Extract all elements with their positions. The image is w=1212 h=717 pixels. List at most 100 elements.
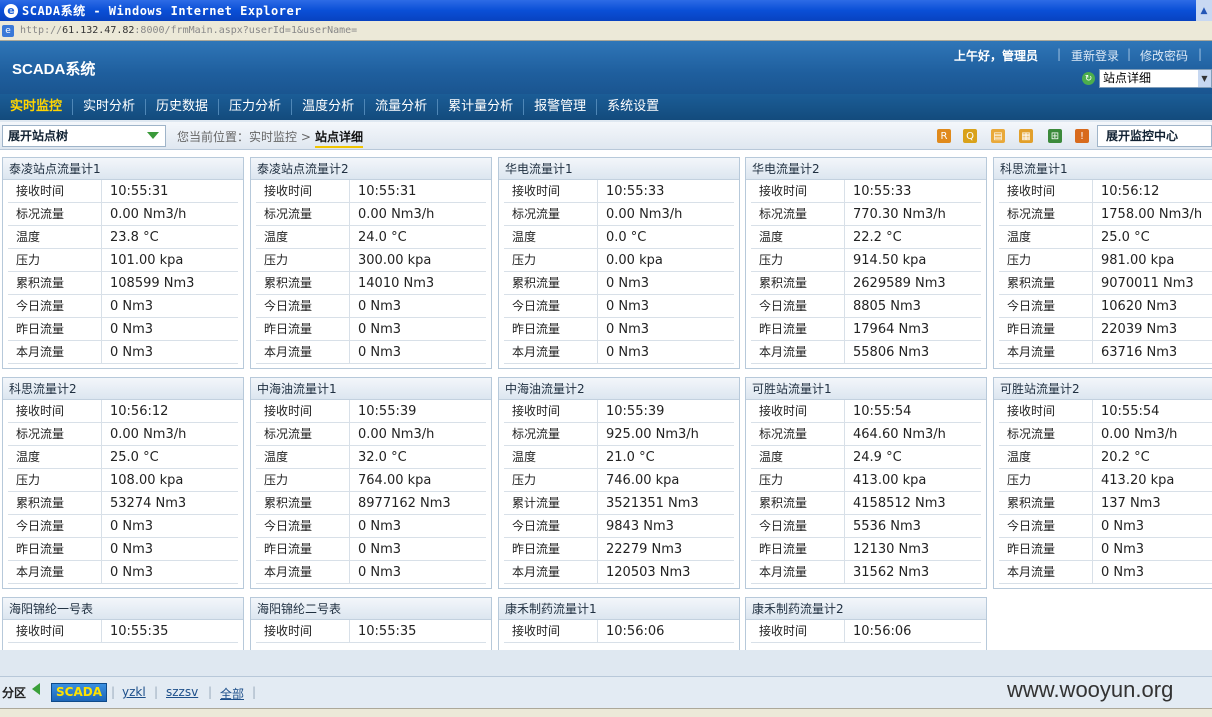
status-bar — [0, 708, 1212, 717]
metric-value: 24.9 °C — [853, 450, 902, 465]
station-panel-title[interactable]: 中海油流量计1 — [251, 378, 491, 400]
metric-value: 10:55:35 — [358, 624, 417, 639]
metric-value: 10:55:39 — [606, 404, 665, 419]
station-data-row: 温度 21.0 °C — [504, 446, 734, 469]
metric-label: 本月流量 — [504, 341, 598, 363]
station-data-row: 接收时间 10:55:35 — [8, 620, 238, 643]
nav-item[interactable]: 实时分析 — [73, 94, 145, 120]
nav-item[interactable]: 历史数据 — [146, 94, 218, 120]
station-data-row: 标况流量 464.60 Nm3/h — [751, 423, 981, 446]
metric-value: 0 Nm3 — [358, 299, 402, 314]
station-data-row: 温度 25.0 °C — [999, 226, 1212, 249]
sub-toolbar: 展开站点树 您当前位置：实时监控 > 站点详细 R Q ▤ ▦ ⊞ ! 展开监控… — [0, 122, 1212, 150]
partition-tab-yzkl[interactable]: yzkl — [122, 685, 146, 699]
nav-item[interactable]: 报警管理 — [524, 94, 596, 120]
metric-value: 10:56:12 — [1101, 184, 1160, 199]
station-panel-title[interactable]: 泰凌站点流量计2 — [251, 158, 491, 180]
metric-value: 14010 Nm3 — [358, 276, 435, 291]
metric-value: 1758.00 Nm3/h — [1101, 207, 1203, 222]
nav-item[interactable]: 压力分析 — [219, 94, 291, 120]
station-panel-title[interactable]: 可胜站流量计2 — [994, 378, 1212, 400]
station-data-row: 累积流量 2629589 Nm3 — [751, 272, 981, 295]
metric-value: 55806 Nm3 — [853, 345, 930, 360]
station-data-row: 本月流量 63716 Nm3 — [999, 341, 1212, 364]
metric-label: 压力 — [8, 469, 102, 491]
nav-item[interactable]: 实时监控 — [0, 94, 72, 120]
metric-value: 0 Nm3 — [110, 565, 154, 580]
metric-value: 0.00 Nm3/h — [1101, 427, 1178, 442]
export-icon[interactable]: ▦ — [1019, 129, 1033, 143]
query-icon[interactable]: Q — [963, 129, 977, 143]
partition-tab-szzsv[interactable]: szzsv — [166, 685, 198, 699]
expand-site-tree-button[interactable]: 展开站点树 — [2, 125, 166, 147]
address-bar[interactable]: e http://61.132.47.82:8000/frmMain.aspx?… — [0, 21, 1212, 41]
metric-label: 今日流量 — [8, 295, 102, 317]
metric-value: 0 Nm3 — [358, 519, 402, 534]
metric-label: 今日流量 — [999, 515, 1093, 537]
metric-label: 标况流量 — [504, 203, 598, 225]
station-panel-title[interactable]: 科思流量计2 — [3, 378, 243, 400]
metric-value: 925.00 Nm3/h — [606, 427, 699, 442]
metric-value: 22.2 °C — [853, 230, 902, 245]
metric-value: 120503 Nm3 — [606, 565, 691, 580]
metric-value: 0 Nm3 — [606, 299, 650, 314]
document-icon[interactable]: ▤ — [991, 129, 1005, 143]
metric-label: 昨日流量 — [504, 318, 598, 340]
metric-label: 接收时间 — [8, 620, 102, 642]
station-data-row: 温度 25.0 °C — [8, 446, 238, 469]
collapse-arrow-icon[interactable] — [32, 683, 40, 695]
station-data-row: 累积流量 108599 Nm3 — [8, 272, 238, 295]
scroll-up-icon[interactable]: ▲ — [1196, 0, 1212, 21]
station-panel-title[interactable]: 华电流量计2 — [746, 158, 986, 180]
metric-label: 标况流量 — [751, 423, 845, 445]
metric-value: 764.00 kpa — [358, 473, 432, 488]
refresh-icon[interactable]: ↻ — [1082, 72, 1095, 85]
station-data-row: 温度 20.2 °C — [999, 446, 1212, 469]
url-rest: :8000/frmMain.aspx?userId=1&userName= — [134, 25, 358, 36]
chevron-down-icon[interactable]: ▼ — [1198, 70, 1211, 87]
metric-label: 压力 — [999, 469, 1093, 491]
station-panel-title[interactable]: 泰凌站点流量计1 — [3, 158, 243, 180]
address-url[interactable]: http://61.132.47.82:8000/frmMain.aspx?us… — [20, 25, 357, 36]
partition-tab-scada[interactable]: SCADA — [51, 683, 107, 702]
nav-item[interactable]: 流量分析 — [365, 94, 437, 120]
metric-value: 981.00 kpa — [1101, 253, 1175, 268]
metric-value: 0 Nm3 — [110, 299, 154, 314]
metric-value: 12130 Nm3 — [853, 542, 930, 557]
change-password-link[interactable]: 修改密码 — [1140, 47, 1188, 64]
metric-label: 今日流量 — [751, 515, 845, 537]
expand-monitor-center-button[interactable]: 展开监控中心 — [1097, 125, 1212, 147]
station-panel: 海阳锦纶二号表 接收时间 10:55:35 — [250, 597, 492, 650]
nav-item[interactable]: 累计量分析 — [438, 94, 523, 120]
station-panel-title[interactable]: 海阳锦纶二号表 — [251, 598, 491, 620]
station-panel-title[interactable]: 中海油流量计2 — [499, 378, 739, 400]
station-panel-title[interactable]: 华电流量计1 — [499, 158, 739, 180]
metric-value: 0.00 Nm3/h — [358, 207, 435, 222]
nav-item[interactable]: 系统设置 — [597, 94, 669, 120]
station-data-row: 今日流量 0 Nm3 — [256, 515, 486, 538]
metric-value: 770.30 Nm3/h — [853, 207, 946, 222]
station-data-row: 本月流量 31562 Nm3 — [751, 561, 981, 584]
structure-icon[interactable]: ⊞ — [1048, 129, 1062, 143]
relogin-link[interactable]: 重新登录 — [1071, 47, 1119, 64]
report-icon[interactable]: R — [937, 129, 951, 143]
metric-value: 0 Nm3 — [606, 345, 650, 360]
station-panel-title[interactable]: 康禾制药流量计1 — [499, 598, 739, 620]
station-data-row: 昨日流量 22279 Nm3 — [504, 538, 734, 561]
station-panel-title[interactable]: 可胜站流量计1 — [746, 378, 986, 400]
watermark: www.wooyun.org — [1007, 677, 1174, 702]
station-data-row: 压力 108.00 kpa — [8, 469, 238, 492]
metric-label: 昨日流量 — [751, 538, 845, 560]
header-separator: | — [1198, 47, 1203, 61]
station-data-row: 本月流量 0 Nm3 — [8, 561, 238, 584]
station-panel-title[interactable]: 海阳锦纶一号表 — [3, 598, 243, 620]
metric-label: 标况流量 — [256, 423, 350, 445]
tab-separator: | — [111, 685, 116, 699]
partition-tab-all[interactable]: 全部 — [220, 685, 244, 702]
nav-item[interactable]: 温度分析 — [292, 94, 364, 120]
station-panel-title[interactable]: 康禾制药流量计2 — [746, 598, 986, 620]
station-panel-title[interactable]: 科思流量计1 — [994, 158, 1212, 180]
alarm-icon[interactable]: ! — [1075, 129, 1089, 143]
metric-value: 9070011 Nm3 — [1101, 276, 1194, 291]
view-select[interactable]: 站点详细 ▼ — [1099, 69, 1212, 88]
